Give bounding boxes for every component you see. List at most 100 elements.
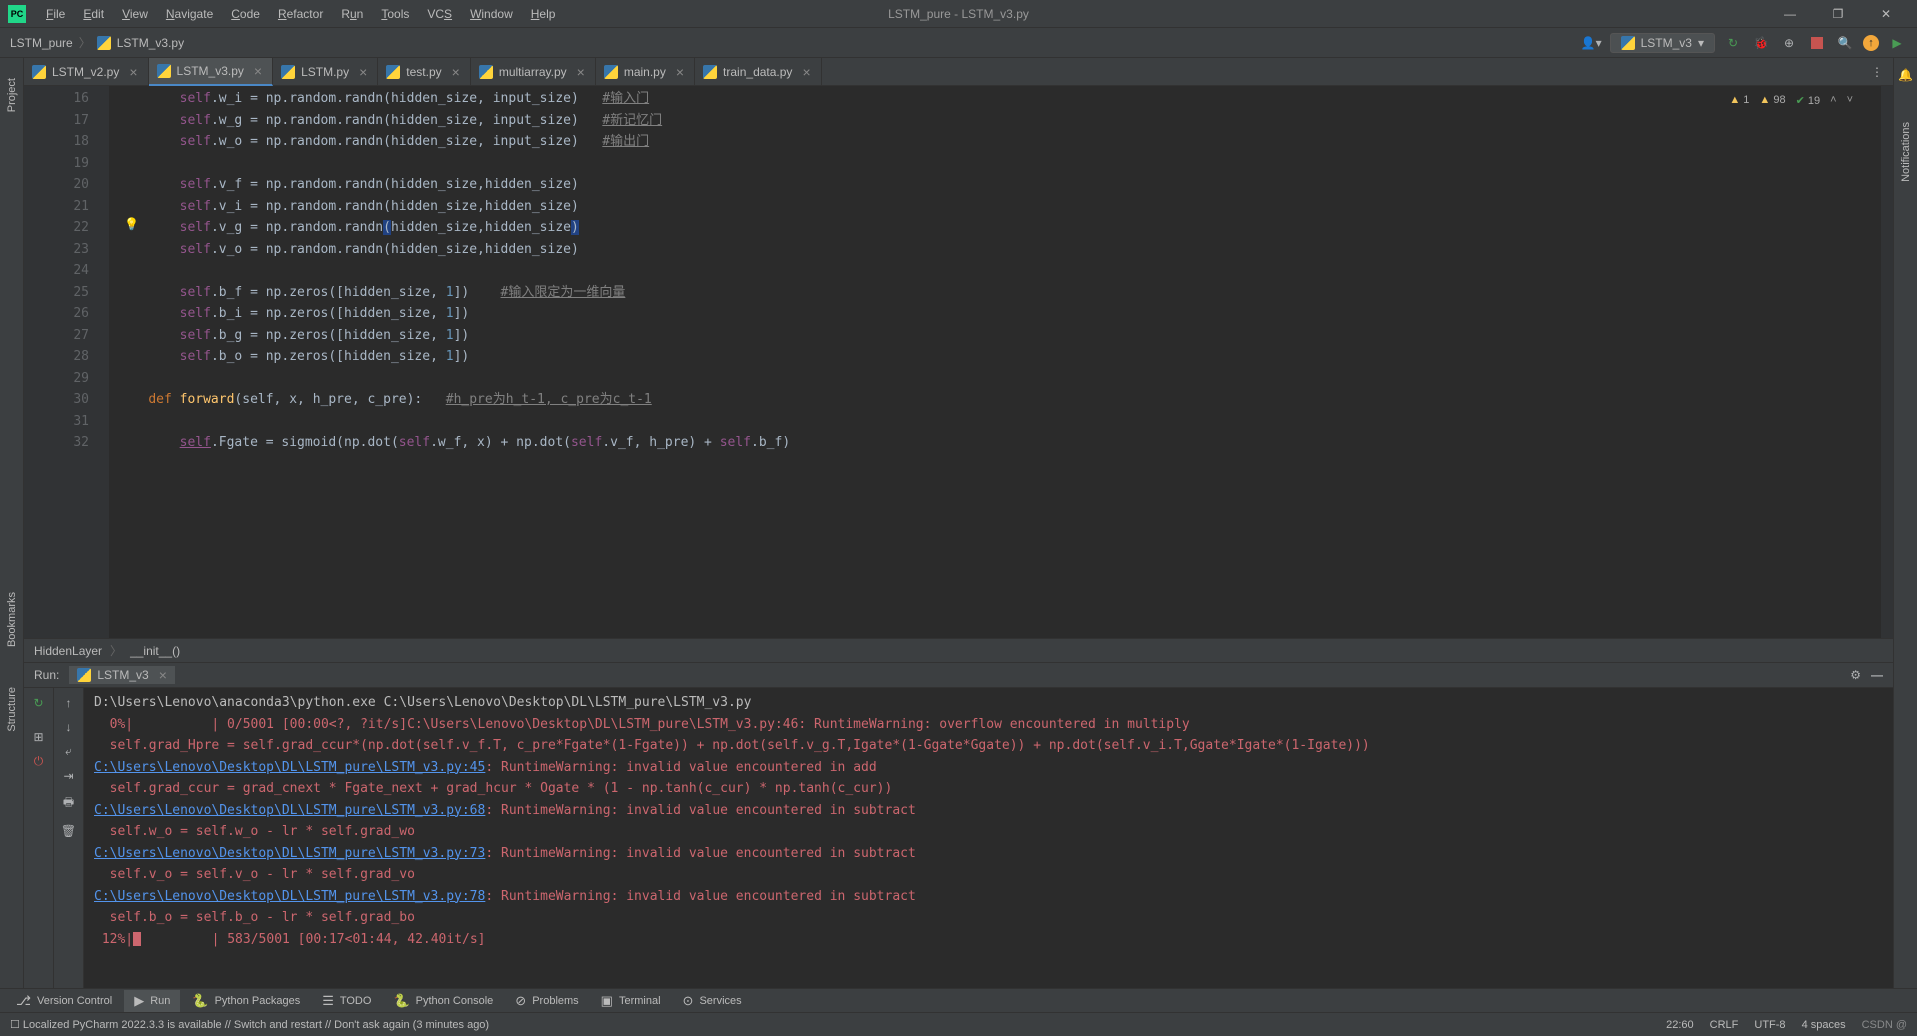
menu-view[interactable]: View — [114, 3, 156, 25]
editor-tab[interactable]: LSTM.py × — [273, 58, 378, 86]
up-arrow-icon[interactable]: ↑ — [66, 696, 72, 710]
chevron-right-icon: 〉 — [110, 642, 122, 659]
python-file-icon — [479, 65, 493, 79]
tab-label: LSTM_v3.py — [177, 64, 244, 78]
chevron-down-icon[interactable]: ˅ — [1847, 94, 1853, 107]
debug-icon[interactable]: 🐞 — [1751, 33, 1771, 53]
menu-run[interactable]: Run — [333, 3, 371, 25]
maximize-button[interactable]: ❐ — [1815, 0, 1861, 28]
search-icon[interactable]: 🔍 — [1835, 33, 1855, 53]
python-file-icon — [157, 64, 171, 78]
exit-icon[interactable]: ⏻ — [34, 754, 44, 769]
editor-tab[interactable]: train_data.py× — [695, 58, 822, 86]
editor-minimap[interactable] — [1881, 86, 1893, 638]
tab-icon: 🐍 — [393, 993, 409, 1009]
editor-tab[interactable]: multiarray.py× — [471, 58, 596, 86]
inspection-widget[interactable]: ▲ 1 ▲ 98 ✔ 19 ˄ ˅ — [1729, 94, 1853, 107]
tab-label: Run — [150, 995, 170, 1007]
close-icon[interactable]: × — [577, 65, 585, 79]
chevron-right-icon: 〉 — [79, 34, 91, 51]
close-icon[interactable]: × — [129, 65, 137, 79]
menu-file[interactable]: File — [38, 3, 73, 25]
rerun-icon[interactable]: ↻ — [33, 696, 43, 710]
editor-gutter[interactable]: 16 17 18 19 20 21 22 23 24 25 26 27 28 2… — [24, 86, 109, 638]
tab-icon: ⎇ — [16, 993, 31, 1009]
python-file-icon — [281, 65, 295, 79]
tab-label: Terminal — [619, 995, 661, 1007]
menu-navigate[interactable]: Navigate — [158, 3, 221, 25]
tab-label: main.py — [624, 65, 666, 79]
breadcrumb-class[interactable]: HiddenLayer — [34, 644, 102, 658]
right-toolwindow-bar: 🔔 Notifications — [1893, 58, 1917, 988]
close-icon[interactable]: × — [802, 65, 810, 79]
minimize-button[interactable]: — — [1767, 0, 1813, 28]
editor-tab[interactable]: LSTM_v2.py× — [24, 58, 149, 86]
notifications-toolwindow-tab[interactable]: Notifications — [1900, 122, 1912, 182]
run-tab[interactable]: LSTM_v3 × — [69, 666, 175, 684]
run-configuration-selector[interactable]: LSTM_v3 ▾ — [1610, 33, 1715, 53]
tab-more-icon[interactable]: ⋮ — [1861, 65, 1893, 79]
editor-tab[interactable]: main.py × — [596, 58, 695, 86]
menu-code[interactable]: Code — [223, 3, 268, 25]
project-toolwindow-tab[interactable]: Project — [6, 78, 18, 112]
python-file-icon — [32, 65, 46, 79]
user-icon[interactable]: 👤▾ — [1581, 36, 1602, 50]
menu-window[interactable]: Window — [462, 3, 521, 25]
menu-vcs[interactable]: VCS — [419, 3, 460, 25]
code-breadcrumb[interactable]: HiddenLayer 〉 __init__() — [24, 638, 1893, 662]
editor-tab[interactable]: test.py× — [378, 58, 471, 86]
editor-tab[interactable]: LSTM_v3.py × — [149, 58, 274, 86]
bookmarks-toolwindow-tab[interactable]: Bookmarks — [6, 592, 18, 647]
menu-help[interactable]: Help — [523, 3, 564, 25]
rerun-icon[interactable]: ↻ — [1723, 33, 1743, 53]
breadcrumb-root[interactable]: LSTM_pure — [10, 36, 73, 50]
close-button[interactable]: ✕ — [1863, 0, 1909, 28]
bottom-tab-python-console[interactable]: 🐍Python Console — [383, 990, 503, 1012]
run-coverage-icon[interactable]: ⊕ — [1779, 33, 1799, 53]
tab-label: Problems — [532, 995, 578, 1007]
close-icon[interactable]: × — [159, 668, 167, 682]
trash-icon[interactable]: 🗑 — [61, 824, 76, 838]
editor-tabs: LSTM_v2.py× LSTM_v3.py × LSTM.py × test.py… — [24, 58, 1893, 86]
updates-icon[interactable]: ↑ — [1863, 35, 1879, 51]
close-icon[interactable]: × — [452, 65, 460, 79]
status-message[interactable]: ☐ Localized PyCharm 2022.3.3 is availabl… — [10, 1018, 489, 1031]
down-arrow-icon[interactable]: ↓ — [66, 720, 72, 734]
breadcrumb-method[interactable]: __init__() — [130, 644, 180, 658]
stop-button[interactable] — [1807, 33, 1827, 53]
bottom-tab-problems[interactable]: ⊘Problems — [505, 990, 588, 1012]
code-text[interactable]: self.w_i = np.random.randn(hidden_size, … — [109, 86, 1881, 638]
gear-icon[interactable]: ⚙ — [1850, 668, 1861, 682]
bottom-tab-services[interactable]: ⊙Services — [673, 990, 752, 1012]
bottom-tab-version-control[interactable]: ⎇Version Control — [6, 990, 122, 1012]
bottom-tab-run[interactable]: ▶Run — [124, 990, 180, 1012]
close-icon[interactable]: × — [254, 64, 262, 78]
file-encoding[interactable]: UTF-8 — [1754, 1019, 1785, 1031]
caret-position[interactable]: 22:60 — [1666, 1019, 1694, 1031]
breadcrumb[interactable]: LSTM_pure 〉 LSTM_v3.py — [10, 34, 184, 51]
indent-config[interactable]: 4 spaces — [1802, 1019, 1846, 1031]
line-separator[interactable]: CRLF — [1710, 1019, 1739, 1031]
bottom-tab-todo[interactable]: ☰TODO — [312, 990, 381, 1012]
soft-wrap-icon[interactable]: ⤶ — [65, 744, 72, 759]
hide-panel-icon[interactable]: — — [1871, 668, 1883, 682]
menu-refactor[interactable]: Refactor — [270, 3, 331, 25]
close-icon[interactable]: × — [359, 65, 367, 79]
close-icon[interactable]: × — [676, 65, 684, 79]
structure-toolwindow-tab[interactable]: Structure — [6, 687, 18, 732]
chevron-up-icon[interactable]: ˄ — [1830, 94, 1836, 107]
intention-bulb-icon[interactable]: 💡 — [124, 217, 139, 231]
console-output[interactable]: D:\Users\Lenovo\anaconda3\python.exe C:\… — [84, 688, 1893, 988]
bottom-tab-python-packages[interactable]: 🐍Python Packages — [182, 990, 310, 1012]
bell-icon[interactable]: 🔔 — [1898, 68, 1913, 82]
menu-tools[interactable]: Tools — [373, 3, 417, 25]
bottom-tab-terminal[interactable]: ▣Terminal — [591, 990, 671, 1012]
run-icon[interactable]: ▶ — [1887, 33, 1907, 53]
print-icon[interactable]: 🖶 — [63, 793, 74, 814]
scroll-to-end-icon[interactable]: ⇥ — [63, 769, 73, 783]
menu-edit[interactable]: Edit — [75, 3, 112, 25]
breadcrumb-file[interactable]: LSTM_v3.py — [117, 36, 184, 50]
tab-label: LSTM.py — [301, 65, 349, 79]
layout-icon[interactable]: ⊞ — [33, 730, 43, 744]
code-editor[interactable]: 16 17 18 19 20 21 22 23 24 25 26 27 28 2… — [24, 86, 1893, 638]
